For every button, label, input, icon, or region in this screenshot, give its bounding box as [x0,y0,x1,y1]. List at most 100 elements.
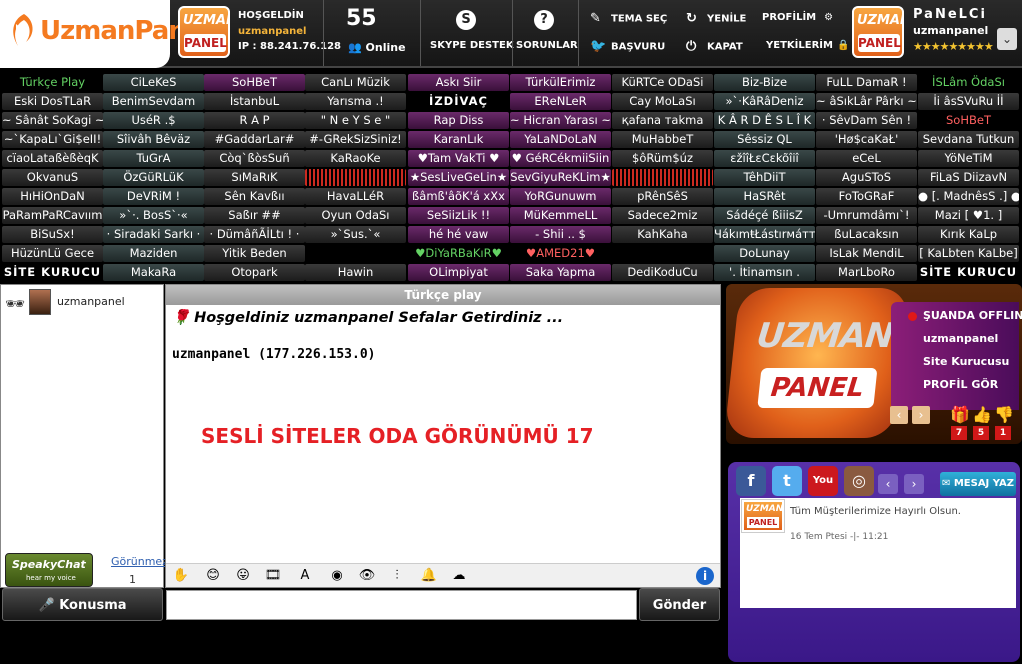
room-button[interactable]: Saka Yapma [510,264,611,281]
room-button[interactable]: Sadece2miz [612,207,713,224]
room-button[interactable]: KüRTCe ODaSi [612,74,713,91]
view-profile-link[interactable]: PROFİL GÖR [923,378,998,391]
room-button[interactable]: R A P [204,112,305,129]
room-button[interactable]: " N e Y S e " [305,112,406,129]
room-button[interactable]: MarLboRo [816,264,917,281]
chevron-left-icon[interactable]: ‹ [878,474,898,494]
room-button[interactable]: Saßır ## [204,207,305,224]
thumbs-down-icon[interactable]: 👎 [994,406,1014,424]
room-button[interactable]: K Â R D Ê S L Î K [714,112,815,129]
film-icon[interactable]: 🎞 [264,567,282,585]
room-button[interactable]: »`·KâRâDeniz [714,93,815,110]
theme-select-button[interactable]: ✎ TEMA SEÇ [590,11,667,26]
room-button[interactable]: hé hé vaw [408,226,509,243]
room-button[interactable]: Sevdana Tutkun [918,131,1019,148]
room-button[interactable]: DediKoduCu [612,264,713,281]
room-button[interactable]: YoRGunuwm [510,188,611,205]
room-button[interactable]: HıHiOnDaN [2,188,103,205]
room-button[interactable] [612,245,713,262]
room-button[interactable]: $ôRüm$úz [612,150,713,167]
room-button[interactable]: FiLaS DiizavN [918,169,1019,186]
room-button[interactable]: ♥AMED21♥ [510,245,611,262]
tongue-icon[interactable]: 😛 [234,567,252,585]
permissions-button[interactable]: YETKİLERİM 🔒 [766,40,849,51]
room-button[interactable]: · Siradaki Sarkı · [103,226,204,243]
room-button[interactable]: [ KaLbten KaLbe] [918,245,1019,262]
room-button[interactable]: cïaoLatаßèßèqK [2,150,103,167]
room-button[interactable]: UséR .$ [103,112,204,129]
instagram-icon[interactable]: ◎ [844,466,874,496]
room-button[interactable]: HüzünLü Gece [2,245,103,262]
room-button[interactable]: · DümâñÃİLtı ! · [204,226,305,243]
chevron-right-icon[interactable]: › [904,474,924,494]
room-button[interactable]: Otopark [204,264,305,281]
room-button[interactable]: DeVRiM ! [103,188,204,205]
chevron-left-icon[interactable]: ‹ [890,406,908,424]
room-button[interactable]: Biz-Bize [714,74,815,91]
room-button[interactable] [612,169,713,186]
room-button[interactable]: FuLL DamaR ! [816,74,917,91]
room-button[interactable]: SeSiizLik !! [408,207,509,224]
room-button[interactable]: eCeL [816,150,917,167]
gift-icon[interactable]: 🎁 [950,406,970,424]
apply-button[interactable]: 🐦 BAŞVURU [590,39,665,54]
header-chevron-down-icon[interactable]: ⌄ [997,28,1017,50]
room-button[interactable]: SoHBeT [204,74,305,91]
room-button[interactable]: ßuLacaksın [816,226,917,243]
room-button[interactable]: Sêssiz QL [714,131,815,148]
text-format-icon[interactable]: A [296,567,314,585]
room-button[interactable]: SİTE KURUCU [918,264,1019,281]
room-button[interactable]: - Shii .. $ [510,226,611,243]
room-button[interactable]: ÖzGüRLüK [103,169,204,186]
bell-icon[interactable]: 🔔 [420,567,438,585]
room-button[interactable]: İSLâm ÖdaSı [918,74,1019,91]
room-button[interactable]: SıMaRıK [204,169,305,186]
room-button[interactable]: OLimpiyat [408,264,509,281]
room-button[interactable]: қafana тakma [612,112,713,129]
room-button[interactable]: '. İtinamsın . [714,264,815,281]
youtube-icon[interactable]: You [808,466,838,496]
user-list-item[interactable]: 🕶 uzmanpanel [3,289,163,315]
room-button[interactable]: ★SesLiveGeLin★ [408,169,509,186]
room-title-tab[interactable]: Türkçe play [166,285,720,305]
room-button[interactable]: SevGiyuReKLim★ [510,169,611,186]
room-button[interactable]: ♥Tam VakTi ♥ [408,150,509,167]
room-button[interactable]: OkvanuS [2,169,103,186]
room-button[interactable]: KaRaoKe [305,150,406,167]
room-button[interactable]: CiLeKeS [103,74,204,91]
room-button[interactable]: Yarısma .! [305,93,406,110]
room-button[interactable]: ♥ GéRCékmiiSiin [510,150,611,167]
room-button[interactable]: ♥DiYaRBaKıR♥ [408,245,509,262]
room-button[interactable]: #GaddarLar# [204,131,305,148]
send-button[interactable]: Gönder [639,588,720,621]
thumbs-up-icon[interactable]: 👍 [972,406,992,424]
room-button[interactable]: »`Sus.`« [305,226,406,243]
room-button[interactable]: HavaLLéR [305,188,406,205]
room-button[interactable]: SoHBeT [918,112,1019,129]
skype-support-button[interactable]: S SKYPE DESTEK [430,10,514,51]
refresh-button[interactable]: ↻ YENİLE [686,11,746,26]
eye-icon[interactable]: 👁 [358,567,376,585]
room-button[interactable] [305,245,406,262]
room-button[interactable]: KahKaha [612,226,713,243]
room-button[interactable]: ~ Hicran Yarası ~ [510,112,611,129]
info-icon[interactable]: i [696,567,714,585]
problems-button[interactable]: ? SORUNLAR [516,10,578,51]
room-button[interactable]: DoLunay [714,245,815,262]
room-button[interactable]: AguSToS [816,169,917,186]
room-button[interactable]: Eski DosTLaR [2,93,103,110]
room-button[interactable]: İZDİVAÇ [408,93,509,110]
my-profile-button[interactable]: PROFİLİM ⚙ [762,12,833,23]
room-button[interactable]: Mazi [ ♥1. ] [918,207,1019,224]
room-button[interactable]: Türkçe Play [2,74,103,91]
volume-icon[interactable]: ⫶ [388,567,406,585]
site-logo[interactable]: UzmanPanel [0,0,211,68]
twitter-icon[interactable]: t [772,466,802,496]
close-button[interactable]: ⏻ KAPAT [686,39,743,54]
room-button[interactable] [305,169,406,186]
write-message-button[interactable]: ✉ MESAJ YAZ [940,472,1016,496]
room-button[interactable]: pRênSêS [612,188,713,205]
room-button[interactable]: TêhDiiT [714,169,815,186]
room-button[interactable]: ● [. MadnêsS .] ● [918,188,1019,205]
room-button[interactable]: ERеNLeR [510,93,611,110]
